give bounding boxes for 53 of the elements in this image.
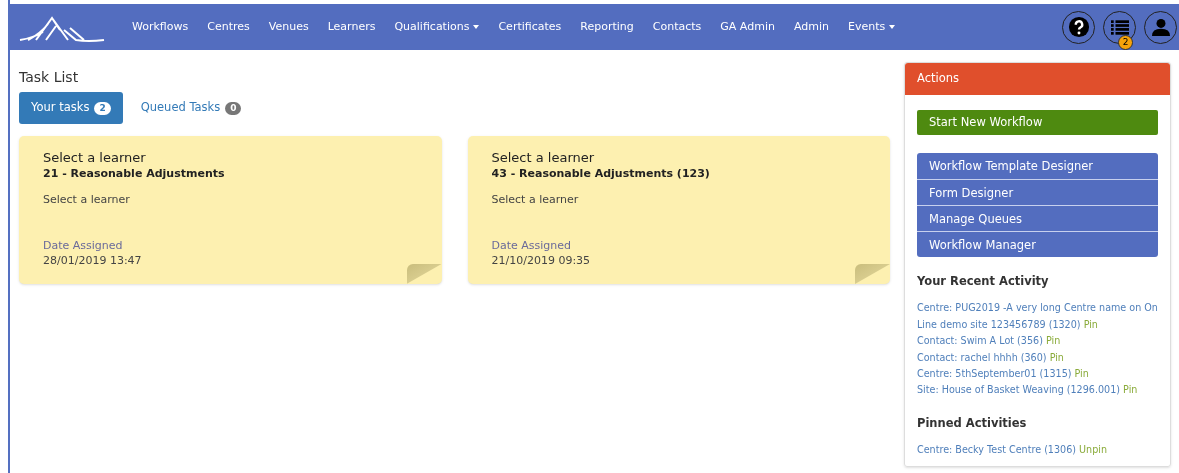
tab[interactable]: Queued Tasks 0 [128,92,254,124]
nav-link[interactable]: Qualifications [386,14,488,40]
page-curl-icon [855,264,890,284]
task-card[interactable]: Select a learner 21 - Reasonable Adjustments Select a learner Date Assigned 28/01/2019 13:47 [19,136,442,284]
count-badge: 2 [94,101,111,115]
nav-link[interactable]: Venues [260,14,317,40]
page-curl-icon [406,264,442,284]
section-heading: Pinned Activities [917,414,1027,432]
date-value: 21/10/2019 09:35 [491,253,591,269]
pin-link[interactable]: Pin [1123,384,1138,396]
section-heading: Your Recent Activity [917,273,1049,291]
activity-item[interactable]: Contact: Swim A Lot (356) Pin [917,333,1061,350]
action-link[interactable]: Workflow Manager [917,231,1158,258]
action-link[interactable]: Workflow Template Designer [917,153,1158,180]
user-icon [1151,18,1170,36]
nav-link[interactable]: GA Admin [712,14,783,40]
task-title: Select a learner [491,149,596,166]
pin-link[interactable]: Pin [1074,368,1089,379]
task-subtitle: 21 - Reasonable Adjustments [43,166,225,181]
activity-item[interactable]: Centre: 5thSeptember01 (1315) Pin [917,366,1089,383]
action-link[interactable]: Manage Queues [917,205,1158,232]
pin-link[interactable]: Unpin [1079,444,1108,456]
task-description: Select a learner [491,193,579,207]
task-subtitle: 43 - Reasonable Adjustments (123) [491,166,710,181]
activity-item[interactable]: Site: House of Basket Weaving (1296.001) Pin [917,382,1138,399]
help-icon [1067,16,1090,38]
pin-link[interactable]: Pin [1083,318,1098,330]
count-badge: 0 [225,101,242,115]
date-label: Date Assigned [491,239,572,253]
task-title: Select a learner [43,149,147,166]
start-workflow-button[interactable]: Start New Workflow [917,110,1158,136]
nav-link[interactable]: Certificates [490,14,570,40]
list-icon [1110,19,1129,35]
nav-link[interactable]: Contacts [644,14,710,40]
action-link[interactable]: Form Designer [917,179,1158,206]
nav-link[interactable]: Workflows [124,14,197,40]
nav-link[interactable]: Centres [199,14,258,40]
task-card[interactable]: Select a learner 43 - Reasonable Adjustments (123) Select a learner Date Assigned 21/10/2019 09:35 [467,136,890,284]
activity-item[interactable]: Contact: rachel hhhh (360) Pin [917,349,1064,366]
nav-link[interactable]: Reporting [572,14,642,40]
date-value: 28/01/2019 13:47 [43,253,142,269]
date-label: Date Assigned [43,239,123,253]
task-description: Select a learner [43,193,130,207]
nav-link[interactable]: Learners [319,14,384,40]
page-title: Task List [19,68,80,86]
panel-header: Actions [905,63,1170,95]
pin-link[interactable]: Pin [1045,335,1061,347]
pin-link[interactable]: Pin [1049,351,1064,363]
tab[interactable]: Your tasks 2 [19,92,123,124]
nav-link[interactable]: Events [840,14,904,40]
activity-item[interactable]: Centre: PUG2019 -A very long Centre name on On Line demo site 123456789 (1320) Pin [917,300,1158,334]
activity-item[interactable]: Centre: Becky Test Centre (1306) Unpin [917,442,1108,459]
nav-link[interactable]: Admin [785,14,837,40]
